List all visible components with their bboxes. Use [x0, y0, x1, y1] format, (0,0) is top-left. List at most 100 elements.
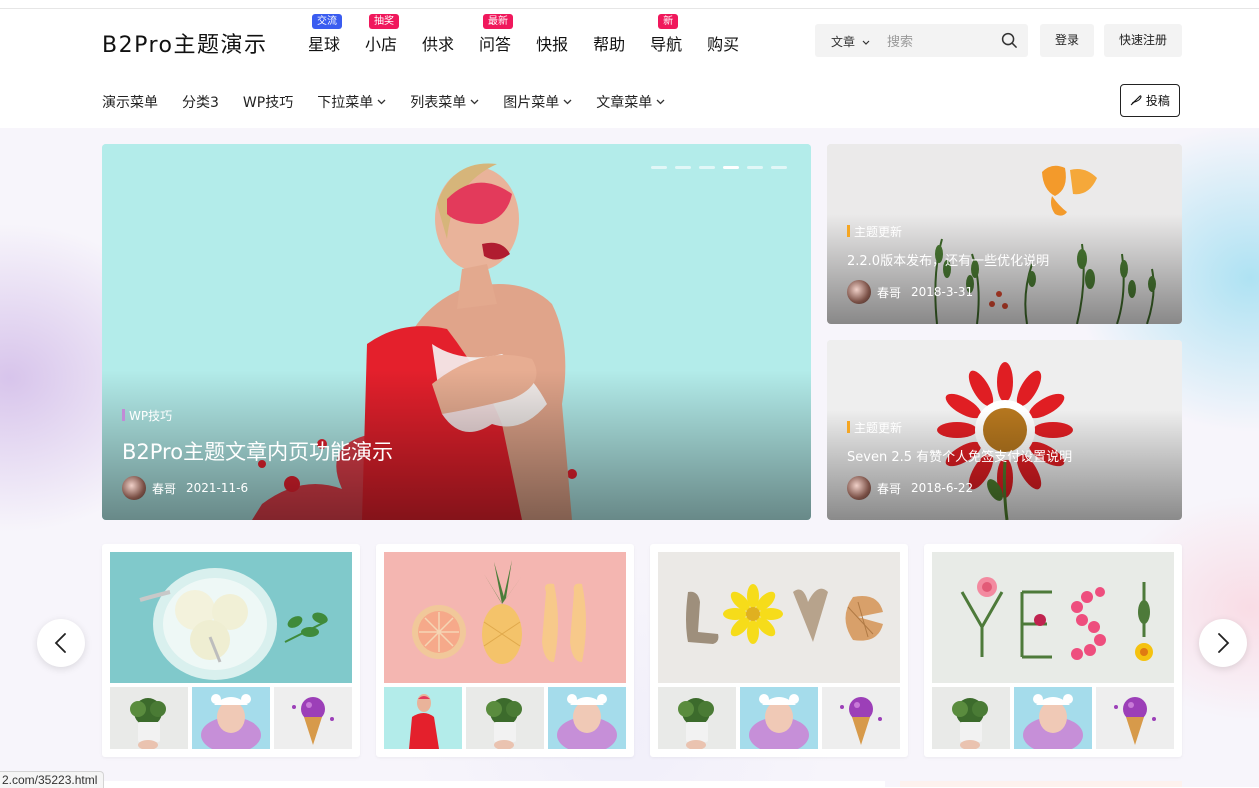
- subnav-label: 列表菜单: [410, 95, 467, 111]
- author-avatar[interactable]: [847, 280, 871, 304]
- carousel-prev-button[interactable]: [37, 619, 85, 667]
- side-post-category-label: 主题更新: [854, 225, 903, 239]
- slide-indicator-dot[interactable]: [651, 166, 667, 169]
- post-date: 2018-3-31: [911, 285, 974, 299]
- slide-indicator-dot[interactable]: [771, 166, 787, 169]
- gallery-thumb[interactable]: [1096, 687, 1174, 749]
- post-submit-button[interactable]: 投稿: [1120, 84, 1180, 117]
- next-section-peek: [102, 781, 885, 787]
- flower-pot-image: [658, 687, 736, 749]
- girl-bear-hat-image: [740, 687, 818, 749]
- subnav-label: 演示菜单: [102, 95, 158, 111]
- author-name[interactable]: 春哥: [152, 480, 176, 497]
- nav-item-gongqiu[interactable]: 供求: [422, 31, 454, 55]
- subnav-item-list[interactable]: 列表菜单: [410, 92, 479, 112]
- girl-bear-hat-image: [1014, 687, 1092, 749]
- nav-badge: 新: [658, 14, 679, 29]
- nav-label: 问答: [479, 35, 512, 54]
- gallery-thumb[interactable]: [466, 687, 544, 749]
- slide-indicator-dot[interactable]: [723, 166, 739, 169]
- subnav-item-image[interactable]: 图片菜单: [503, 92, 572, 112]
- category-bar: [122, 409, 125, 421]
- nav-item-xingqiu[interactable]: 星球 交流: [308, 14, 342, 55]
- ice-cream-bowl-image: [110, 552, 352, 683]
- category-bar: [847, 421, 850, 433]
- browser-top-edge: [0, 0, 1259, 9]
- gallery-card[interactable]: [650, 544, 908, 757]
- gallery-main-image[interactable]: [932, 552, 1174, 683]
- nav-item-wenda[interactable]: 问答 最新: [479, 14, 514, 55]
- subnav-item-category3[interactable]: 分类3: [182, 92, 219, 112]
- hero-slide[interactable]: WP技巧 B2Pro主题文章内页功能演示 春哥 2021-11-6: [102, 144, 811, 520]
- side-post-title[interactable]: 2.2.0版本发布，还有一些优化说明: [847, 250, 1049, 269]
- subnav-item-demo[interactable]: 演示菜单: [102, 92, 158, 112]
- subnav-label: 图片菜单: [503, 95, 560, 111]
- gallery-thumb[interactable]: [274, 687, 352, 749]
- author-name[interactable]: 春哥: [877, 284, 901, 301]
- ice-cream-cone-image: [274, 687, 352, 749]
- nav-badge: 抽奖: [369, 14, 400, 29]
- hero-category[interactable]: WP技巧: [122, 407, 172, 424]
- side-post-category-label: 主题更新: [854, 421, 903, 435]
- gallery-thumb[interactable]: [548, 687, 626, 749]
- nav-item-kuaibao[interactable]: 快报: [536, 31, 568, 55]
- subnav-item-wp-tips[interactable]: WP技巧: [243, 92, 293, 112]
- feather-pen-icon: [1130, 95, 1142, 106]
- gallery-thumb[interactable]: [110, 687, 188, 749]
- girl-bear-hat-image: [192, 687, 270, 749]
- gallery-thumb[interactable]: [384, 687, 462, 749]
- hero-title[interactable]: B2Pro主题文章内页功能演示: [122, 436, 393, 466]
- author-name[interactable]: 春哥: [877, 480, 901, 497]
- gallery-card[interactable]: [376, 544, 634, 757]
- search-icon[interactable]: [1001, 32, 1018, 49]
- nav-item-goumai[interactable]: 购买: [707, 31, 739, 55]
- author-avatar[interactable]: [847, 476, 871, 500]
- carousel-next-button[interactable]: [1199, 619, 1247, 667]
- side-post-card[interactable]: 主题更新 Seven 2.5 有赞个人免签支付设置说明 春哥 2018-6-22: [827, 340, 1182, 520]
- side-post-card[interactable]: 主题更新 2.2.0版本发布，还有一些优化说明 春哥 2018-3-31: [827, 144, 1182, 324]
- slide-indicator-dot[interactable]: [747, 166, 763, 169]
- nav-badge: 最新: [483, 14, 514, 29]
- gallery-thumb[interactable]: [932, 687, 1010, 749]
- slide-indicator-dot[interactable]: [675, 166, 691, 169]
- ice-cream-cone-image: [822, 687, 900, 749]
- gallery-thumb[interactable]: [658, 687, 736, 749]
- flower-pot-image: [932, 687, 1010, 749]
- site-logo[interactable]: B2Pro主题演示: [102, 27, 268, 59]
- flower-pot-image: [466, 687, 544, 749]
- nav-label: 快报: [536, 35, 569, 54]
- subnav-item-dropdown[interactable]: 下拉菜单: [317, 92, 386, 112]
- gallery-card[interactable]: [102, 544, 360, 757]
- nav-item-xiaodian[interactable]: 小店 抽奖: [365, 14, 400, 55]
- nav-item-bangzhu[interactable]: 帮助: [593, 31, 625, 55]
- gallery-main-image[interactable]: [384, 552, 626, 683]
- subnav-label: 文章菜单: [596, 95, 653, 111]
- slide-indicator-dot[interactable]: [699, 166, 715, 169]
- subnav-label: 下拉菜单: [317, 95, 374, 111]
- search-input[interactable]: [885, 30, 999, 53]
- register-button[interactable]: 快速注册: [1104, 24, 1182, 57]
- gallery-thumb[interactable]: [740, 687, 818, 749]
- login-button[interactable]: 登录: [1040, 24, 1094, 57]
- side-post-category[interactable]: 主题更新: [847, 419, 902, 436]
- search-category-select[interactable]: 文章: [831, 33, 870, 50]
- subnav-item-article[interactable]: 文章菜单: [596, 92, 665, 112]
- gallery-thumb[interactable]: [192, 687, 270, 749]
- subnav-label: 分类3: [182, 95, 219, 111]
- site-header: B2Pro主题演示 星球 交流 小店 抽奖 供求 问答 最新 快报 帮助 导航 …: [0, 9, 1259, 129]
- chevron-down-icon: [862, 40, 870, 45]
- author-avatar[interactable]: [122, 476, 146, 500]
- search-category-label: 文章: [831, 35, 856, 49]
- gallery-main-image[interactable]: [110, 552, 352, 683]
- nav-label: 小店: [365, 35, 398, 54]
- side-post-title[interactable]: Seven 2.5 有赞个人免签支付设置说明: [847, 446, 1072, 465]
- gallery-card[interactable]: [924, 544, 1182, 757]
- search-box: 文章: [815, 24, 1028, 57]
- gallery-thumb[interactable]: [1014, 687, 1092, 749]
- nav-item-daohang[interactable]: 导航 新: [650, 14, 682, 55]
- side-post-category[interactable]: 主题更新: [847, 223, 902, 240]
- next-section-peek: [900, 781, 1182, 787]
- gallery-thumb[interactable]: [822, 687, 900, 749]
- gallery-main-image[interactable]: [658, 552, 900, 683]
- status-bar-url: 2.com/35223.html: [0, 771, 105, 788]
